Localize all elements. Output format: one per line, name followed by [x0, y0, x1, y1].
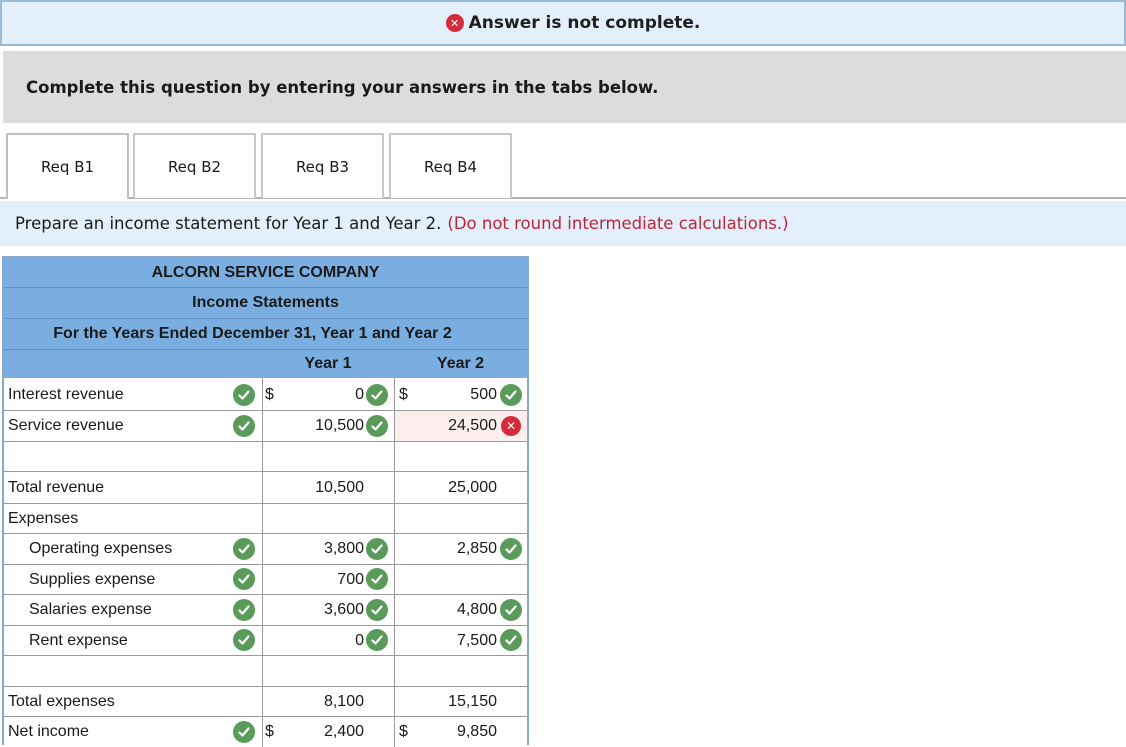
operating-expenses-year1-input[interactable]: 3,800 — [282, 534, 364, 564]
currency-symbol: $ — [265, 723, 274, 740]
correct-check-icon — [366, 415, 388, 437]
row-label-operating-expenses[interactable]: Operating expenses — [29, 534, 172, 564]
grid-line — [4, 503, 527, 504]
tab-req-b3[interactable]: Req B3 — [261, 133, 384, 198]
correct-check-icon — [233, 384, 255, 406]
interest-revenue-year1-input[interactable]: 0 — [282, 380, 364, 410]
column-year1-header: Year 1 — [262, 350, 394, 378]
service-revenue-year2-input[interactable]: 24,500 — [414, 411, 497, 441]
operating-expenses-year2-input[interactable]: 2,850 — [414, 534, 497, 564]
tab-req-b1[interactable]: Req B1 — [6, 133, 129, 199]
prompt-note: (Do not round intermediate calculations.… — [447, 214, 789, 233]
answer-status-text: Answer is not complete. — [468, 13, 701, 33]
total-expenses-year1: 8,100 — [323, 692, 364, 710]
row-label-total-expenses: Total expenses — [8, 692, 115, 710]
correct-check-icon — [500, 629, 522, 651]
row-label-expenses: Expenses — [8, 509, 79, 527]
column-year2-header: Year 2 — [394, 350, 527, 378]
income-statement-table: ALCORN SERVICE COMPANY Income Statements… — [2, 256, 529, 747]
row-label-service-revenue[interactable]: Service revenue — [8, 411, 124, 441]
statement-title: Income Statements — [4, 288, 527, 319]
empty-label-cell[interactable] — [4, 442, 262, 471]
supplies-expense-year2-input[interactable] — [414, 565, 497, 594]
statement-period: For the Years Ended December 31, Year 1 … — [4, 319, 527, 350]
company-name: ALCORN SERVICE COMPANY — [4, 258, 527, 288]
instruction-panel: Complete this question by entering your … — [3, 51, 1126, 123]
question-prompt: Prepare an income statement for Year 1 a… — [0, 201, 1126, 246]
correct-check-icon — [366, 538, 388, 560]
total-revenue-year1: 10,500 — [315, 478, 364, 496]
service-revenue-year1-input[interactable]: 10,500 — [282, 411, 364, 441]
currency-symbol: $ — [265, 386, 274, 403]
row-label-net-income[interactable]: Net income — [8, 717, 89, 747]
correct-check-icon — [500, 384, 522, 406]
correct-check-icon — [366, 568, 388, 590]
empty-label-cell[interactable] — [4, 656, 262, 686]
row-label-total-revenue: Total revenue — [8, 478, 105, 496]
row-label-interest-revenue[interactable]: Interest revenue — [8, 380, 124, 410]
interest-revenue-year2-input[interactable]: 500 — [414, 380, 497, 410]
correct-check-icon — [233, 568, 255, 590]
total-expenses-year2: 15,150 — [448, 692, 497, 710]
supplies-expense-year1-input[interactable]: 700 — [282, 565, 364, 594]
total-revenue-year2: 25,000 — [448, 478, 497, 496]
salaries-expense-year1-input[interactable]: 3,600 — [282, 595, 364, 625]
correct-check-icon — [366, 629, 388, 651]
correct-check-icon — [366, 599, 388, 621]
correct-check-icon — [233, 415, 255, 437]
rent-expense-year2-input[interactable]: 7,500 — [414, 626, 497, 655]
correct-check-icon — [500, 538, 522, 560]
instruction-text: Complete this question by entering your … — [26, 77, 659, 97]
grid-line — [262, 378, 263, 747]
correct-check-icon — [233, 629, 255, 651]
rent-expense-year1-input[interactable]: 0 — [282, 626, 364, 655]
prompt-text: Prepare an income statement for Year 1 a… — [15, 214, 442, 233]
row-label-rent-expense[interactable]: Rent expense — [29, 626, 128, 655]
correct-check-icon — [233, 538, 255, 560]
incorrect-icon: ✕ — [501, 416, 521, 436]
row-label-supplies-expense[interactable]: Supplies expense — [29, 565, 155, 594]
row-label-salaries-expense[interactable]: Salaries expense — [29, 595, 152, 625]
answer-status-banner: ✕ Answer is not complete. — [0, 0, 1126, 46]
correct-check-icon — [366, 384, 388, 406]
salaries-expense-year2-input[interactable]: 4,800 — [414, 595, 497, 625]
correct-check-icon — [500, 599, 522, 621]
net-income-year1: 2,400 — [323, 723, 364, 740]
currency-symbol: $ — [399, 723, 408, 740]
currency-symbol: $ — [399, 386, 408, 403]
tab-req-b4[interactable]: Req B4 — [389, 133, 512, 198]
net-income-year2: 9,850 — [456, 723, 497, 740]
incorrect-icon: ✕ — [445, 14, 464, 32]
correct-check-icon — [233, 721, 255, 743]
correct-check-icon — [233, 599, 255, 621]
tab-req-b2[interactable]: Req B2 — [133, 133, 256, 198]
